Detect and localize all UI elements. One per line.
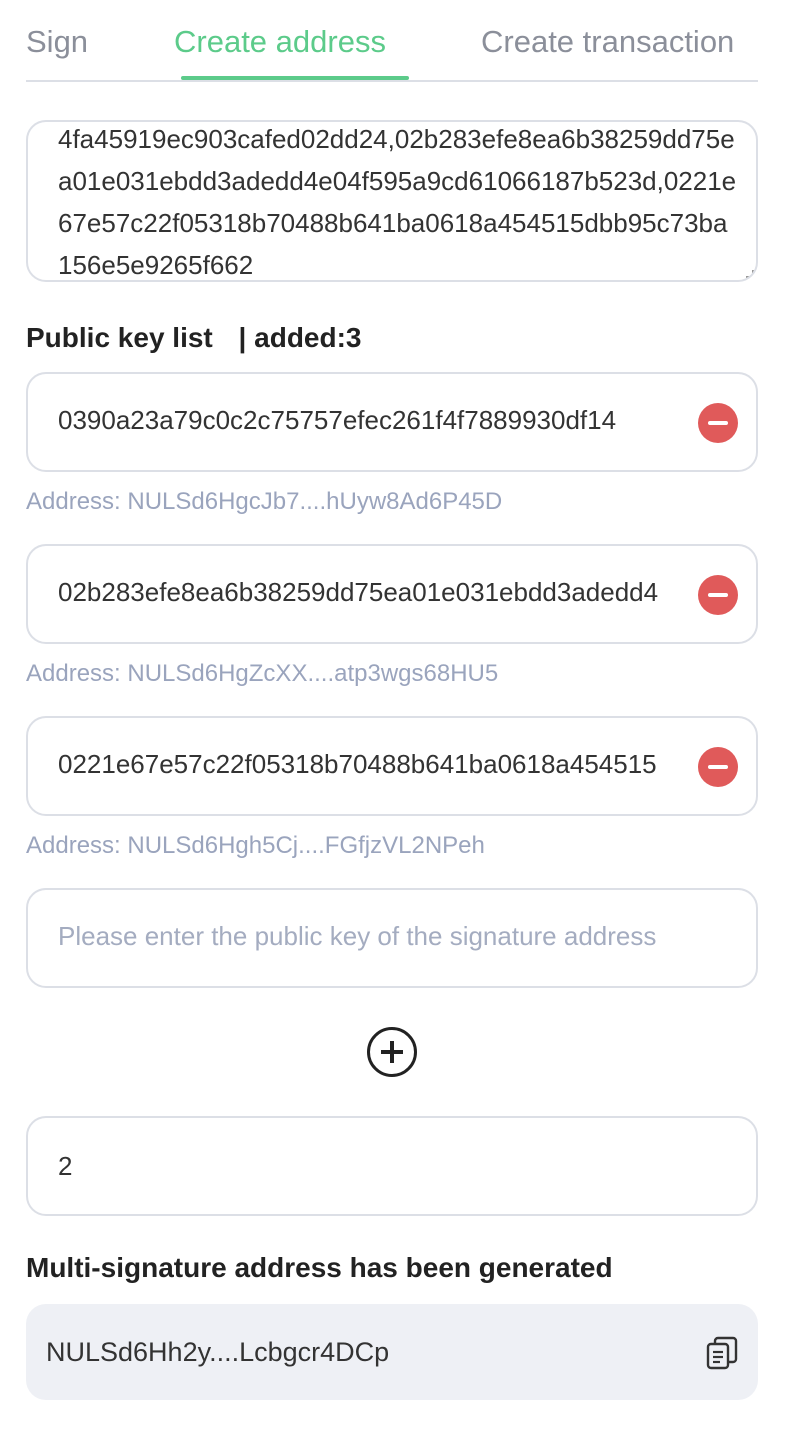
tab-bar: Sign Create address Create transaction	[26, 0, 758, 82]
result-title: Multi-signature address has been generat…	[26, 1252, 613, 1283]
public-key-input-1[interactable]: 0390a23a79c0c2c75757efec261f4f7889930df1…	[26, 372, 758, 472]
public-key-value: 0221e67e57c22f05318b70488b641ba0618a4545…	[58, 749, 657, 779]
public-key-value: 02b283efe8ea6b38259dd75ea01e031ebdd3aded…	[58, 577, 659, 607]
public-key-input-2[interactable]: 02b283efe8ea6b38259dd75ea01e031ebdd3aded…	[26, 544, 758, 644]
plus-circle-icon[interactable]	[367, 1027, 417, 1077]
new-public-key-placeholder: Please enter the public key of the signa…	[58, 921, 657, 951]
public-key-value: 0390a23a79c0c2c75757efec261f4f7889930df1…	[58, 405, 617, 435]
remove-key-icon[interactable]	[698, 403, 738, 443]
tab-sign[interactable]: Sign	[26, 24, 88, 60]
key-address-2: Address: NULSd6HgZcXX....atp3wgs68HU5	[26, 660, 499, 687]
active-tab-indicator	[181, 76, 409, 80]
public-keys-textarea[interactable]: 4fa45919ec903cafed02dd24,02b283efe8ea6b3…	[26, 120, 758, 282]
public-key-list-header: Public key list | added:3	[26, 322, 362, 354]
multisig-address: NULSd6Hh2y....Lcbgcr4DCp	[46, 1337, 390, 1367]
tab-create-transaction[interactable]: Create transaction	[481, 24, 734, 60]
remove-key-icon[interactable]	[698, 747, 738, 787]
new-public-key-input[interactable]: Please enter the public key of the signa…	[26, 888, 758, 988]
public-key-list-title: Public key list	[26, 322, 213, 353]
public-key-count: | added:3	[238, 322, 362, 353]
key-address-1: Address: NULSd6HgcJb7....hUyw8Ad6P45D	[26, 488, 503, 515]
copy-icon[interactable]	[706, 1336, 738, 1370]
min-signatures-value: 2	[58, 1151, 73, 1181]
public-key-input-3[interactable]: 0221e67e57c22f05318b70488b641ba0618a4545…	[26, 716, 758, 816]
key-address-3: Address: NULSd6Hgh5Cj....FGfjzVL2NPeh	[26, 832, 485, 859]
multisig-address-box: NULSd6Hh2y....Lcbgcr4DCp	[26, 1304, 758, 1400]
tab-create-address[interactable]: Create address	[174, 24, 386, 60]
resize-handle[interactable]	[746, 270, 754, 278]
min-signatures-input[interactable]: 2	[26, 1116, 758, 1216]
public-keys-textarea-value: 4fa45919ec903cafed02dd24,02b283efe8ea6b3…	[58, 124, 737, 280]
remove-key-icon[interactable]	[698, 575, 738, 615]
